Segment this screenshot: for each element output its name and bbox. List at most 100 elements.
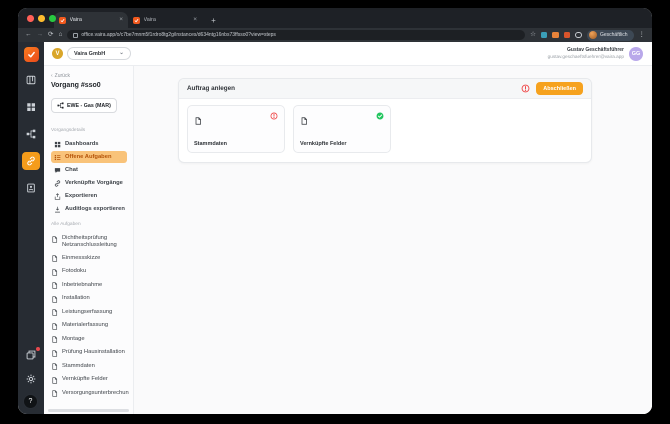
task-card-vernkuepfte-felder[interactable]: Vernküpfte Felder — [293, 105, 391, 153]
rail-updates-button[interactable] — [22, 346, 40, 364]
profile-label: Geschäftlich — [599, 32, 628, 38]
task-item[interactable]: Fotodoku — [51, 265, 129, 279]
document-icon — [194, 117, 202, 125]
org-select[interactable]: Vaira GmbH — [67, 47, 131, 60]
vaira-favicon-icon — [59, 16, 66, 24]
browser-menu-icon[interactable] — [639, 32, 646, 39]
panel-header: Auftrag anlegen Abschließen — [179, 79, 591, 99]
extension-icon[interactable] — [552, 31, 559, 39]
rail-apps-button[interactable] — [22, 98, 40, 116]
complete-button[interactable]: Abschließen — [536, 82, 583, 95]
sidebar-item-chat[interactable]: Chat — [51, 164, 127, 176]
window-controls — [27, 15, 56, 22]
sidebar-item-offene-aufgaben[interactable]: Offene Aufgaben — [51, 151, 127, 163]
document-icon — [51, 296, 58, 303]
address-bar[interactable]: office.vaira.app/o/c7be7mnm5f1rdro8tg2g/… — [67, 30, 526, 40]
document-icon — [51, 309, 58, 316]
tab-list: Vaira Vaira — [54, 12, 220, 28]
document-icon — [51, 363, 58, 370]
workflow-icon — [57, 102, 64, 109]
chevron-left-icon — [51, 73, 53, 79]
sidebar-item-exportieren[interactable]: Exportieren — [51, 190, 127, 202]
document-icon — [51, 236, 58, 243]
network-icon — [26, 129, 36, 139]
home-icon[interactable] — [58, 32, 62, 39]
browser-window: Vaira Vaira office.vaira.app/o/c7be7mnm5… — [18, 8, 652, 414]
chat-icon — [54, 167, 61, 174]
task-list: Dichtheitsprüfung Netzanschlussleitung E… — [51, 232, 129, 400]
task-item[interactable]: Dichtheitsprüfung Netzanschlussleitung — [51, 232, 129, 252]
help-button[interactable] — [23, 394, 38, 409]
error-exclamation-icon — [270, 112, 278, 120]
tab-vaira-active[interactable]: Vaira — [54, 12, 128, 28]
profile-avatar — [588, 31, 597, 39]
browser-toolbar: office.vaira.app/o/c7be7mnm5f1rdro8tg2g/… — [18, 28, 652, 42]
right-pane: V Vaira GmbH Gustav Geschäftsführer gust… — [44, 42, 652, 414]
tab-vaira-inactive[interactable]: Vaira — [128, 12, 202, 28]
sidebar-item-dashboards[interactable]: Dashboards — [51, 138, 127, 150]
document-icon — [51, 350, 58, 357]
export-icon — [54, 193, 61, 200]
tab-title: Vaira — [69, 17, 82, 23]
user-info: Gustav Geschäftsführer gustav.geschaefts… — [548, 47, 624, 60]
url-text: office.vaira.app/o/c7be7mnm5f1rdro8tg2g/… — [81, 32, 276, 38]
card-label: Stammdaten — [194, 141, 228, 147]
minimize-window-button[interactable] — [38, 15, 45, 22]
task-item[interactable]: Einmessskizze — [51, 252, 129, 266]
sidebar-item-auditlogs[interactable]: Auditlogs exportieren — [51, 203, 127, 215]
document-icon — [51, 336, 58, 343]
sidebar-scrollbar[interactable] — [48, 409, 129, 412]
close-window-button[interactable] — [27, 15, 34, 22]
section-label-details: Vorgangsdetails — [51, 128, 86, 133]
task-item[interactable]: Materialerfassung — [51, 319, 129, 333]
browser-tabstrip: Vaira Vaira — [18, 8, 652, 28]
close-tab-icon[interactable] — [119, 17, 123, 24]
process-type-label: EWE - Gas (MAR) — [67, 102, 111, 109]
forward-icon[interactable] — [37, 32, 44, 39]
task-item[interactable]: Inbetriebnahme — [51, 279, 129, 293]
site-info-icon[interactable] — [73, 32, 79, 38]
user-email: gustav.geschaeftsfuehrer@vaira.app — [547, 53, 624, 59]
vaira-app: V Vaira GmbH Gustav Geschäftsführer gust… — [18, 42, 652, 414]
task-card-stammdaten[interactable]: Stammdaten — [187, 105, 285, 153]
link-icon — [26, 156, 36, 166]
org-select-value: Vaira GmbH — [74, 50, 106, 57]
back-link[interactable]: Zurück — [51, 73, 129, 79]
process-type-chip[interactable]: EWE - Gas (MAR) — [51, 98, 117, 113]
task-item[interactable]: Versorgungsunterbrechung — [51, 387, 129, 401]
chevron-down-icon — [119, 52, 124, 55]
document-icon — [51, 323, 58, 330]
extension-icon[interactable] — [563, 31, 571, 39]
extension-icon[interactable] — [575, 31, 582, 39]
rail-settings-button[interactable] — [22, 370, 40, 388]
task-item[interactable]: Leistungserfassung — [51, 306, 129, 320]
extension-icon[interactable] — [540, 31, 548, 39]
rail-kanban-button[interactable] — [22, 71, 40, 89]
back-icon[interactable] — [25, 32, 32, 39]
new-tab-button[interactable] — [207, 14, 220, 27]
sidebar: Zurück Vorgang #sso0 EWE - Gas (MAR) Vor… — [44, 66, 134, 414]
bookmark-star-icon[interactable] — [530, 32, 536, 39]
step-panel: Auftrag anlegen Abschließen Stammdaten V… — [178, 78, 592, 163]
card-label: Vernküpfte Felder — [300, 141, 347, 147]
close-tab-icon[interactable] — [193, 17, 197, 24]
rail-network-button[interactable] — [22, 125, 40, 143]
reload-icon[interactable] — [48, 32, 53, 39]
task-item[interactable]: Stammdaten — [51, 360, 129, 374]
rail-processes-button-active[interactable] — [22, 152, 40, 170]
app-body: Zurück Vorgang #sso0 EWE - Gas (MAR) Vor… — [44, 66, 652, 414]
task-item[interactable]: Installation — [51, 292, 129, 306]
rail-contacts-button[interactable] — [22, 179, 40, 197]
maximize-window-button[interactable] — [49, 15, 56, 22]
kanban-icon — [26, 75, 36, 85]
section-label-tasks: Alle Aufgaben — [51, 222, 81, 227]
task-item[interactable]: Vernküpfte Felder — [51, 373, 129, 387]
task-item[interactable]: Montage — [51, 333, 129, 347]
contacts-icon — [26, 183, 36, 193]
download-icon — [54, 206, 61, 213]
browser-profile-chip[interactable]: Geschäftlich — [586, 29, 634, 41]
task-item[interactable]: Prüfung Hausinstallation — [51, 346, 129, 360]
user-avatar[interactable]: GG — [629, 46, 643, 61]
vaira-logo[interactable] — [23, 47, 39, 62]
sidebar-item-verknuepfte-vorgaenge[interactable]: Verknüpfte Vorgänge — [51, 177, 127, 189]
